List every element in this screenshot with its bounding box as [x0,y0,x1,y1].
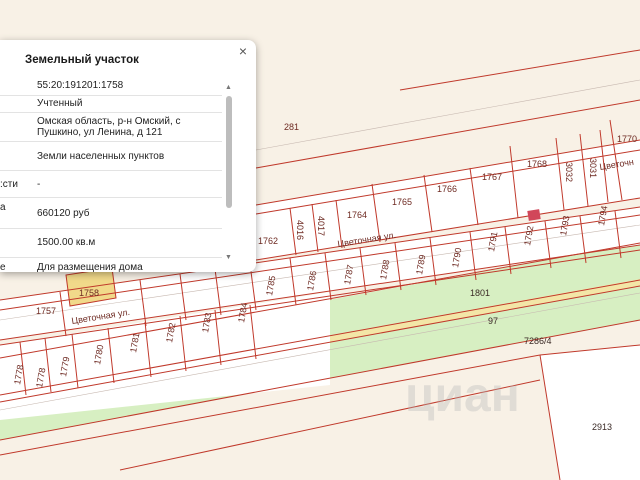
parcel-label: 1768 [527,159,547,169]
parcel-label: 1767 [482,172,502,182]
parcel-label: 7286/4 [524,336,552,346]
popup-row: Земли населенных пунктов [0,142,222,171]
parcel-label: 4017 [316,216,326,236]
scroll-down-icon[interactable]: ▼ [225,254,232,261]
scroll-up-icon[interactable]: ▲ [225,84,232,91]
watermark: циан [405,369,520,422]
row-key: е [0,262,6,272]
popup-row: Учтенный [0,96,222,113]
popup-row: 1500.00 кв.м [0,229,222,258]
popup-rows: 55:20:191201:1758 Учтенный Омская област… [0,80,222,272]
parcel-label: 3032 [564,162,574,182]
row-value: 660120 руб [37,208,90,219]
row-key: сти: [0,179,18,190]
parcel-label: 1764 [347,210,367,220]
parcel-label: 1757 [36,306,56,316]
scrollbar-thumb[interactable] [226,96,232,208]
parcel-label: 1758 [79,288,99,298]
row-value: Омская область, р-н Омский, с Пушкино, у… [37,116,181,138]
row-value: Учтенный [37,98,83,109]
popup-row: 55:20:191201:1758 [0,80,222,96]
row-value: - [37,179,41,190]
row-key: а [0,202,6,213]
parcel-label: 97 [488,316,498,326]
parcel-label: 4016 [295,220,305,240]
parcel-label: 3031 [588,158,598,178]
close-icon[interactable]: × [236,44,250,58]
popup-row: а 660120 руб [0,198,222,229]
popup-scrollbar[interactable]: ▲ ▼ [224,84,234,264]
row-value: Земли населенных пунктов [37,151,165,162]
popup-row: Омская область, р-н Омский, с Пушкино, у… [0,113,222,142]
parcel-label: 2913 [592,422,612,432]
parcel-label: 1770 [617,134,637,144]
row-value: 55:20:191201:1758 [37,80,124,91]
parcel-label: 281 [284,122,299,132]
row-value: 1500.00 кв.м [37,237,96,248]
popup-title: Земельный участок [25,54,139,66]
row-value: Для размещения дома [37,262,143,272]
parcel-label: 1765 [392,197,412,207]
parcel-info-popup: Земельный участок × 55:20:191201:1758 Уч… [0,40,256,272]
popup-row: е Для размещения дома [0,258,222,272]
popup-row: сти: - [0,171,222,198]
parcel-label: 1766 [437,184,457,194]
parcel-label: 1801 [470,288,490,298]
parcel-marker [527,209,541,221]
parcel-label: 1762 [258,236,278,246]
